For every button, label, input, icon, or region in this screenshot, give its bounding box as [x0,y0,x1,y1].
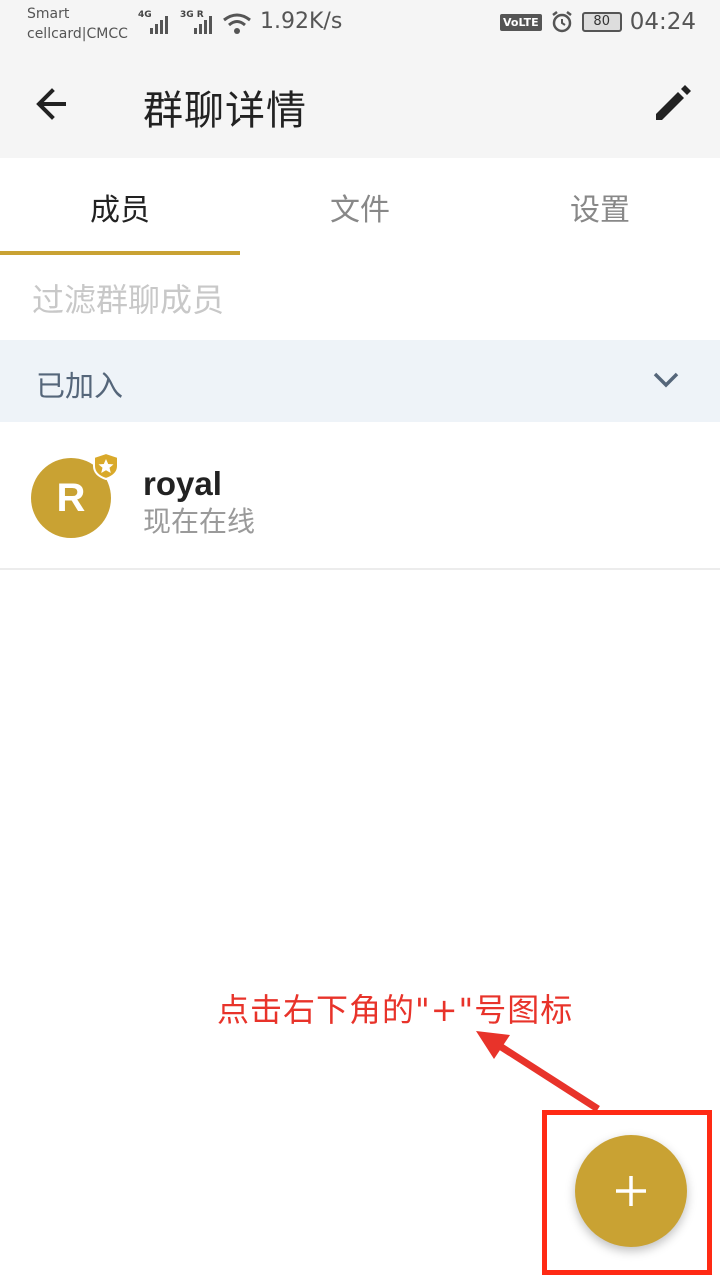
carrier-line-1: Smart [27,6,70,22]
tab-files[interactable]: 文件 [240,158,480,255]
app-header: 群聊详情 [0,50,720,158]
section-title: 已加入 [36,369,124,403]
back-button[interactable] [30,80,82,128]
wifi-icon [223,13,251,34]
alarm-icon [551,11,572,33]
edit-button[interactable] [648,80,696,128]
plus-icon [616,1176,646,1206]
signal-4g-icon: 4G [138,10,172,34]
clock: 04:24 [629,9,696,35]
chevron-down-icon [653,372,679,388]
arrow-left-icon [36,88,66,120]
battery-indicator: 80 [581,12,622,32]
joined-section-header[interactable]: 已加入 [0,340,720,422]
carrier-info: Smart cellcard|CMCC [27,4,128,44]
add-member-button[interactable] [575,1135,687,1247]
status-right-group: VoLTE 80 04:24 [500,9,696,35]
crown-shield-icon [93,452,119,480]
tab-settings[interactable]: 设置 [480,158,720,255]
tab-members[interactable]: 成员 [0,158,240,255]
annotation-arrow-icon [476,1031,600,1112]
pencil-icon [656,85,691,120]
signal-3g-icon: 3G R [180,10,216,34]
member-status: 现在在线 [143,505,256,538]
member-list-item[interactable]: R royal 现在在线 [0,422,720,570]
member-name: royal [143,465,222,502]
page-title: 群聊详情 [143,88,307,134]
network-speed: 1.92K/s [260,9,343,34]
volte-badge: VoLTE [500,13,542,31]
member-filter-input[interactable] [32,276,692,324]
carrier-line-2: cellcard|CMCC [27,26,128,42]
tab-bar: 成员 文件 设置 [0,158,720,255]
status-bar: Smart cellcard|CMCC 4G 3G R 1.92K/s VoLT… [0,0,720,50]
